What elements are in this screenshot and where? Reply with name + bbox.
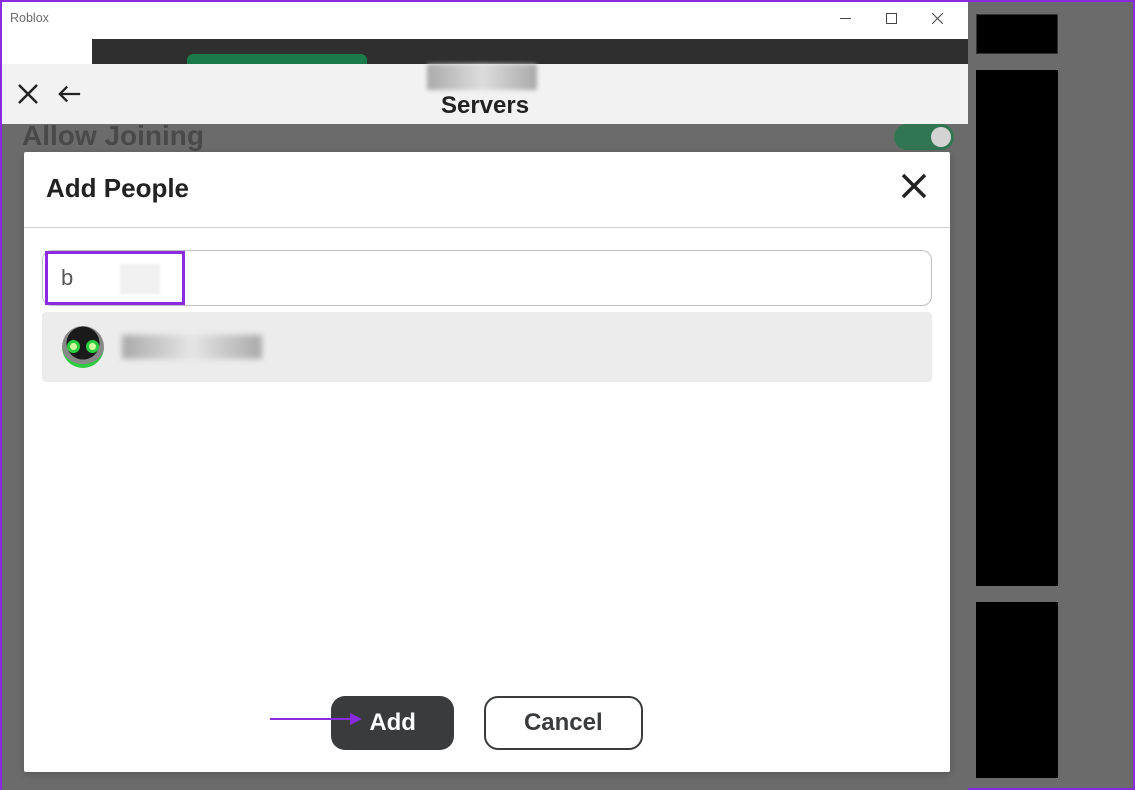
modal-header: Add People (24, 152, 950, 228)
close-icon[interactable] (16, 82, 40, 106)
modal-body (24, 228, 950, 682)
search-result-item[interactable] (42, 312, 932, 382)
side-panels (976, 14, 1058, 790)
modal-footer: Add Cancel (24, 682, 950, 772)
search-input[interactable] (42, 250, 932, 306)
cancel-button[interactable]: Cancel (484, 696, 643, 750)
page-title: Servers (441, 92, 529, 120)
minimize-button[interactable] (822, 2, 868, 34)
header-strip (2, 34, 968, 64)
redacted-region (427, 64, 537, 90)
redacted-region (120, 264, 160, 294)
side-panel (976, 602, 1058, 778)
modal-title: Add People (46, 173, 900, 204)
add-people-modal: Add People (24, 152, 950, 772)
servers-header: Servers (2, 64, 968, 124)
allow-joining-label: Allow Joining (22, 120, 204, 152)
search-wrapper (42, 250, 932, 306)
maximize-button[interactable] (868, 2, 914, 34)
modal-close-icon[interactable] (900, 172, 928, 205)
result-username-redacted (122, 335, 262, 359)
window-close-button[interactable] (914, 2, 960, 34)
avatar (62, 326, 104, 368)
window-controls (822, 2, 960, 34)
window-title: Roblox (10, 11, 822, 25)
side-panel (976, 14, 1058, 54)
window-titlebar: Roblox (2, 2, 968, 34)
annotation-arrow (270, 718, 360, 720)
modal-overlay: Add People (2, 152, 968, 790)
back-arrow-icon[interactable] (58, 82, 82, 106)
allow-joining-toggle[interactable] (894, 124, 954, 150)
side-panel (976, 70, 1058, 586)
app-window: Roblox Servers Allow Joining (2, 2, 968, 790)
